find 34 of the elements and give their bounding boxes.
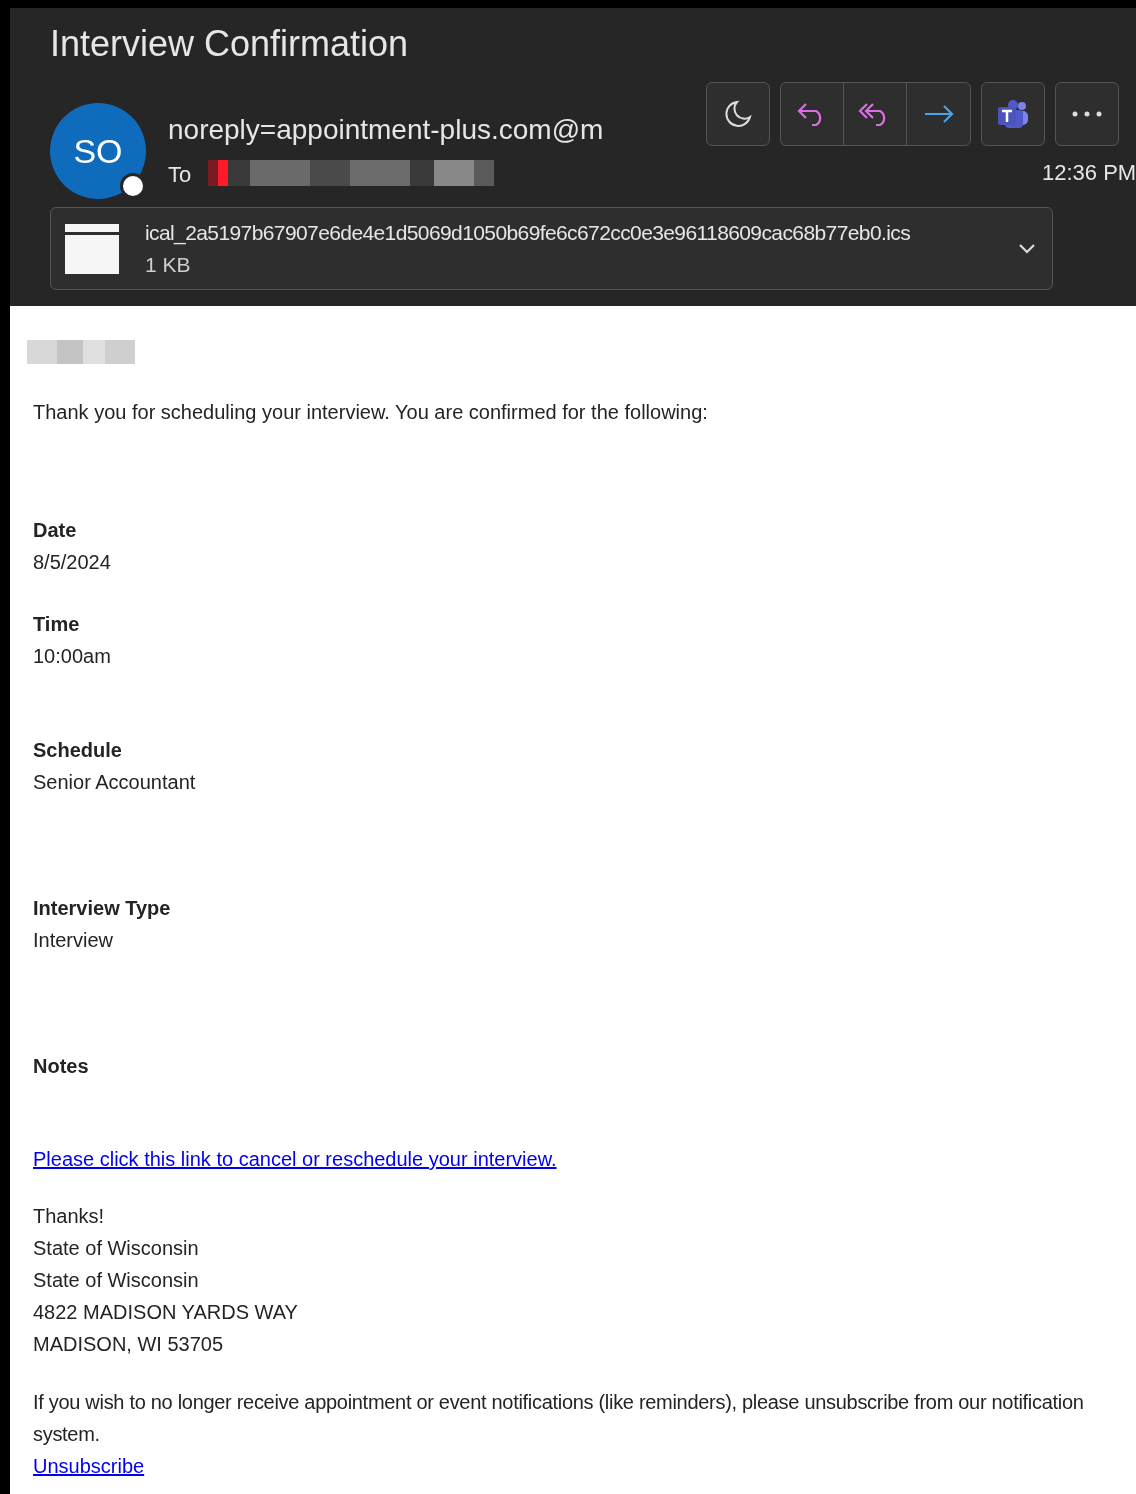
field-label: Date — [33, 518, 78, 543]
field-label: Interview Type — [33, 896, 172, 921]
calendar-icon — [65, 223, 119, 274]
field-value: Interview — [33, 928, 115, 953]
signature-line: 4822 MADISON YARDS WAY — [33, 1300, 299, 1325]
teams-button[interactable] — [981, 82, 1045, 146]
moon-icon — [723, 99, 753, 129]
unsubscribe-link[interactable]: Unsubscribe — [33, 1450, 145, 1482]
moon-button[interactable] — [706, 82, 770, 146]
intro-text: Thank you for scheduling your interview. You are confirmed for the following: — [33, 400, 709, 425]
teams-icon — [996, 99, 1030, 129]
field-value: 10:00am — [33, 644, 112, 669]
attachment-size: 1 KB — [145, 251, 192, 278]
chevron-down-icon — [1018, 243, 1036, 254]
field-value: 8/5/2024 — [33, 550, 112, 575]
more-icon — [1072, 111, 1102, 117]
signature-line: MADISON, WI 53705 — [33, 1332, 225, 1357]
attachment-name: ical_2a5197b67907e6de4e1d5069d1050b69fe6c672cc0e3e96118609cac68b77eb0.ics — [145, 220, 911, 247]
forward-arrow-icon — [922, 104, 955, 124]
field-label: Time — [33, 612, 81, 637]
signature-line: State of Wisconsin — [33, 1236, 200, 1261]
field-value: Senior Accountant — [33, 770, 197, 795]
avatar-initials: SO — [73, 130, 123, 172]
field-label: Schedule — [33, 738, 123, 763]
unsubscribe-note: If you wish to no longer receive appointment or event notifications (like reminders), please unsubscribe from our notification system. — [33, 1390, 1085, 1447]
field-label: Notes — [33, 1054, 90, 1079]
signature-line: Thanks! — [33, 1204, 106, 1229]
reschedule-link[interactable]: Please click this link to cancel or reschedule your interview. — [33, 1144, 557, 1174]
sender-address: noreply=appointment-plus.com@m — [168, 116, 604, 144]
signature-line: State of Wisconsin — [33, 1268, 200, 1293]
received-time: 12:36 PM — [1042, 159, 1136, 187]
message-title: Interview Confirmation — [50, 26, 409, 62]
attachment-card[interactable]: ical_2a5197b67907e6de4e1d5069d1050b69fe6c672cc0e3e96118609cac68b77eb0.ics 1 KB — [50, 207, 1053, 290]
to-label: To — [168, 161, 192, 189]
